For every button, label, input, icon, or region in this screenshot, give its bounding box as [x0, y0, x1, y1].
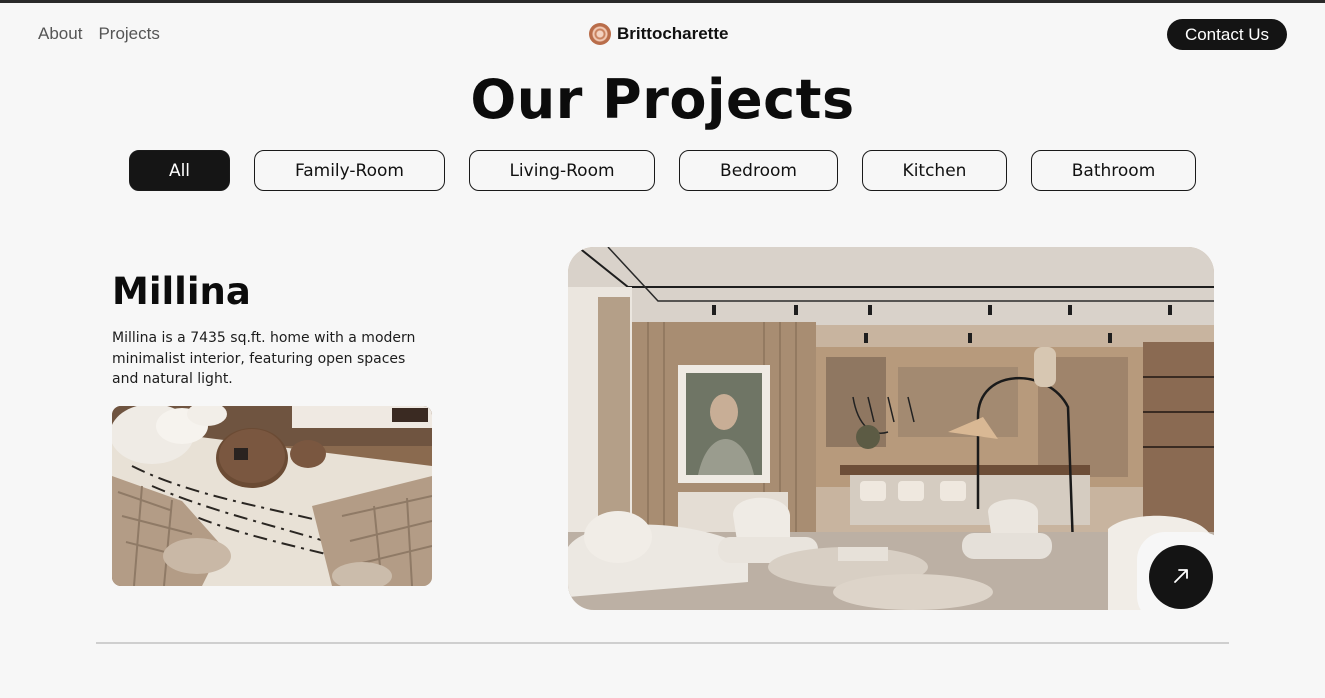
filter-bathroom[interactable]: Bathroom — [1031, 150, 1196, 191]
contact-us-button[interactable]: Contact Us — [1167, 19, 1287, 50]
main-nav: About Projects — [38, 24, 160, 44]
open-project-button[interactable] — [1149, 545, 1213, 609]
spiral-logo-icon — [589, 23, 611, 45]
brand[interactable]: Brittocharette — [589, 23, 728, 45]
project-title: Millina — [112, 270, 251, 313]
section-divider — [96, 642, 1229, 644]
project-description: Millina is a 7435 sq.ft. home with a mod… — [112, 330, 416, 387]
nav-about-link[interactable]: About — [38, 24, 82, 44]
page-title: Our Projects — [470, 68, 855, 131]
brand-name: Brittocharette — [617, 24, 729, 43]
arrow-up-right-icon — [1171, 566, 1191, 589]
filter-bedroom[interactable]: Bedroom — [679, 150, 838, 191]
project-hero-image[interactable] — [568, 247, 1214, 610]
filter-living-room[interactable]: Living-Room — [469, 150, 655, 191]
nav-projects-link[interactable]: Projects — [98, 24, 159, 44]
project-thumbnail-image[interactable] — [112, 406, 432, 586]
filter-all[interactable]: All — [129, 150, 230, 191]
top-border — [0, 0, 1325, 3]
filter-family-room[interactable]: Family-Room — [254, 150, 445, 191]
filter-kitchen[interactable]: Kitchen — [862, 150, 1007, 191]
